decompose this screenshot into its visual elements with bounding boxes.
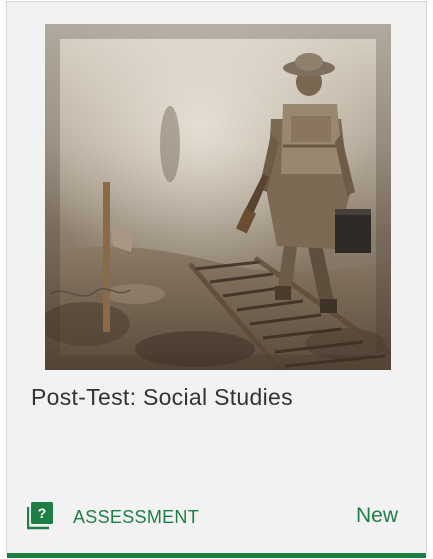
question-book-icon: ? <box>26 502 53 530</box>
card-footer: ? ASSESSMENT New <box>26 502 398 532</box>
assessment-card[interactable]: Post-Test: Social Studies ? ASSESSMENT N… <box>6 1 427 558</box>
card-thumbnail <box>45 24 391 370</box>
card-accent-bar <box>7 553 426 558</box>
card-title[interactable]: Post-Test: Social Studies <box>31 384 293 411</box>
status-badge: New <box>355 504 398 527</box>
svg-text:?: ? <box>38 505 47 521</box>
card-type-label: ASSESSMENT <box>73 507 200 527</box>
